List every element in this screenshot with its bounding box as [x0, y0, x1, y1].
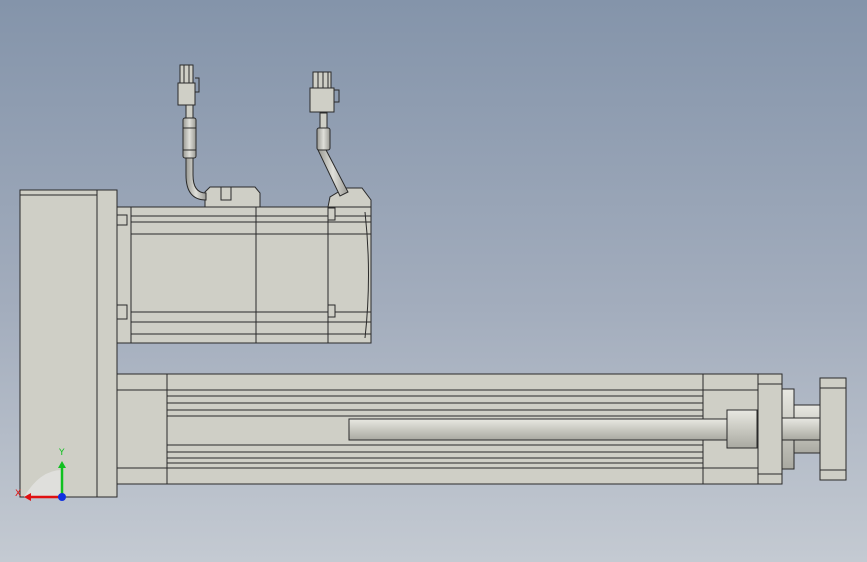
mounting-plate — [19, 189, 118, 498]
encoder-connector-housing — [327, 187, 372, 208]
servo-motor — [116, 206, 372, 344]
encoder-cable — [309, 71, 349, 197]
x-axis-label: X — [15, 489, 21, 499]
power-connector-housing — [204, 186, 261, 208]
cad-drawing: X Y — [15, 64, 847, 501]
power-cable — [177, 64, 207, 201]
cad-viewport[interactable]: X Y — [0, 0, 867, 562]
z-axis-dot — [58, 493, 66, 501]
y-axis-label: Y — [58, 448, 65, 458]
